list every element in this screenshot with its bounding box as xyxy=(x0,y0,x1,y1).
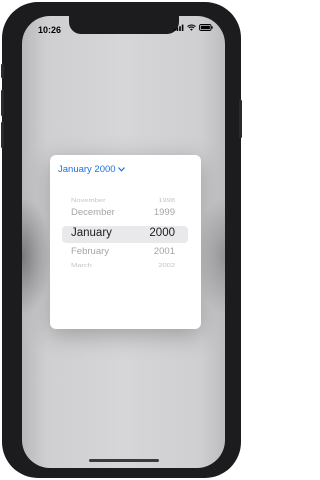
year-option: 2001 xyxy=(153,246,175,257)
year-option: 1998 xyxy=(158,196,175,204)
status-time: 10:26 xyxy=(38,25,62,35)
volume-up-button xyxy=(1,90,4,116)
month-year-label: January 2000 xyxy=(58,164,116,175)
year-option: 2002 xyxy=(158,261,175,269)
date-picker-popup: January 2000 November 1998 December 1999… xyxy=(50,155,201,329)
month-year-wheel-picker[interactable]: November 1998 December 1999 January 2000… xyxy=(50,193,201,269)
home-indicator[interactable] xyxy=(88,459,159,462)
picker-row[interactable]: November 1998 xyxy=(50,197,201,208)
picker-row[interactable]: February 2001 xyxy=(50,246,201,260)
selected-year: 2000 xyxy=(149,227,175,239)
chevron-down-icon xyxy=(117,167,125,172)
month-year-header-button[interactable]: January 2000 xyxy=(58,164,125,175)
selected-month: January xyxy=(71,227,112,239)
battery-icon xyxy=(199,24,213,31)
wifi-icon xyxy=(187,24,196,31)
backdrop-shadow-left xyxy=(22,196,52,316)
picker-row[interactable]: March 2002 xyxy=(50,262,201,269)
silent-switch xyxy=(1,64,4,78)
status-icons xyxy=(174,24,213,31)
year-option: 1999 xyxy=(153,207,175,218)
notch xyxy=(68,16,179,34)
phone-frame: 10:26 January 2000 November 1998 Decembe… xyxy=(1,2,242,478)
screen: 10:26 January 2000 November 1998 Decembe… xyxy=(22,16,225,468)
signal-icon xyxy=(174,24,184,31)
picker-row-selected[interactable]: January 2000 xyxy=(50,227,201,241)
month-option: March xyxy=(71,261,92,269)
month-option: December xyxy=(71,207,115,218)
power-button xyxy=(239,100,242,138)
month-option: November xyxy=(71,196,106,204)
volume-down-button xyxy=(1,122,4,148)
month-option: February xyxy=(71,246,110,257)
picker-row[interactable]: December 1999 xyxy=(50,207,201,221)
